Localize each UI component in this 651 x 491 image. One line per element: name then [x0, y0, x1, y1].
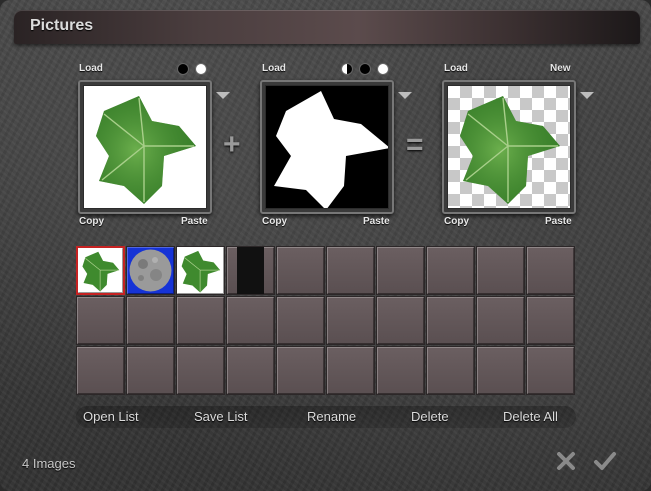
empty-slot[interactable] — [426, 246, 475, 295]
empty-slot[interactable] — [276, 246, 325, 295]
panel2-image-frame[interactable] — [260, 80, 394, 214]
ivy-leaf-icon — [96, 96, 196, 204]
empty-slot[interactable] — [476, 346, 525, 395]
delete-button[interactable]: Delete — [411, 409, 449, 424]
title-bar[interactable]: Pictures — [14, 10, 640, 44]
panel1-dropdown-arrow-icon[interactable] — [216, 92, 230, 99]
panel2-paste-button[interactable]: Paste — [363, 216, 390, 227]
panel2-mask-image — [266, 86, 388, 208]
empty-slot[interactable] — [76, 346, 125, 395]
window-title: Pictures — [30, 17, 94, 34]
confirm-check-icon[interactable] — [593, 450, 616, 472]
image-count-status: 4 Images — [22, 456, 76, 471]
empty-slot[interactable] — [326, 346, 375, 395]
empty-slot[interactable] — [426, 346, 475, 395]
moon-icon — [129, 249, 172, 292]
list-action-bar: Open List Save List Rename Delete Delete… — [76, 406, 576, 428]
panel3-result-image — [448, 86, 570, 208]
empty-slot[interactable] — [376, 346, 425, 395]
panel3-paste-button[interactable]: Paste — [545, 216, 572, 227]
white-dot-icon[interactable] — [377, 63, 389, 75]
black-dot-icon[interactable] — [359, 63, 371, 75]
open-list-button[interactable]: Open List — [83, 409, 139, 424]
empty-slot[interactable] — [326, 296, 375, 345]
empty-slot[interactable] — [526, 346, 575, 395]
panel2-copy-button[interactable]: Copy — [262, 216, 287, 227]
thumbnail-ivy-leaf-2[interactable] — [176, 246, 225, 295]
empty-slot[interactable] — [526, 296, 575, 345]
black-dot-icon[interactable] — [177, 63, 189, 75]
image-list-grid — [76, 246, 576, 396]
equals-icon: = — [406, 128, 424, 161]
empty-slot[interactable] — [126, 296, 175, 345]
panel3-new-button[interactable]: New — [550, 63, 571, 74]
empty-slot[interactable] — [226, 346, 275, 395]
empty-slot[interactable] — [176, 346, 225, 395]
empty-slot[interactable] — [476, 246, 525, 295]
ivy-leaf-icon — [181, 250, 221, 293]
empty-slot[interactable] — [76, 296, 125, 345]
empty-slot[interactable] — [376, 296, 425, 345]
ivy-leaf-icon — [460, 96, 560, 204]
empty-slot[interactable] — [276, 346, 325, 395]
panel3-image-frame[interactable] — [442, 80, 576, 214]
cancel-x-icon[interactable] — [555, 450, 577, 472]
plus-icon: + — [223, 128, 241, 161]
thumbnail-moon[interactable] — [126, 246, 175, 295]
panel3-copy-button[interactable]: Copy — [444, 216, 469, 227]
empty-slot[interactable] — [276, 296, 325, 345]
empty-slot[interactable] — [176, 296, 225, 345]
panel3-load-button[interactable]: Load — [444, 63, 468, 74]
panel2-dropdown-arrow-icon[interactable] — [398, 92, 412, 99]
ivy-leaf-icon — [82, 251, 120, 292]
delete-all-button[interactable]: Delete All — [503, 409, 558, 424]
panel1-image-frame[interactable] — [78, 80, 212, 214]
rename-button[interactable]: Rename — [307, 409, 356, 424]
panel1-copy-button[interactable]: Copy — [79, 216, 104, 227]
empty-slot[interactable] — [226, 296, 275, 345]
half-dot-icon[interactable] — [341, 63, 353, 75]
pictures-window: Pictures Load Copy Paste + Load Copy Pas… — [0, 0, 651, 491]
empty-slot[interactable] — [126, 346, 175, 395]
empty-slot[interactable] — [426, 296, 475, 345]
panel1-image — [84, 86, 206, 208]
save-list-button[interactable]: Save List — [194, 409, 247, 424]
thumbnail-green-leaf[interactable] — [226, 246, 275, 295]
panel1-paste-button[interactable]: Paste — [181, 216, 208, 227]
empty-slot[interactable] — [526, 246, 575, 295]
white-dot-icon[interactable] — [195, 63, 207, 75]
panel3-dropdown-arrow-icon[interactable] — [580, 92, 594, 99]
panel2-load-button[interactable]: Load — [262, 63, 286, 74]
thumbnail-ivy-leaf[interactable] — [76, 246, 125, 295]
empty-slot[interactable] — [326, 246, 375, 295]
leaf-mask-icon — [274, 91, 388, 208]
panel1-load-button[interactable]: Load — [79, 63, 103, 74]
empty-slot[interactable] — [476, 296, 525, 345]
empty-slot[interactable] — [376, 246, 425, 295]
